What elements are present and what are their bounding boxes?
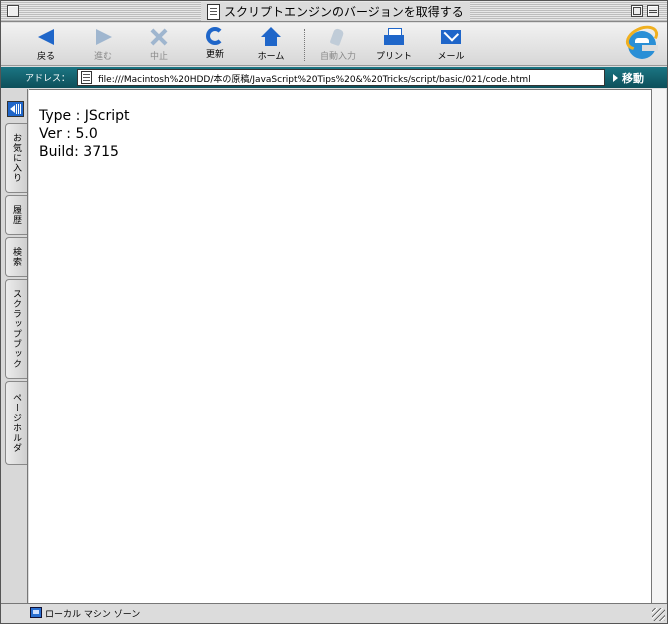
envelope-icon: [440, 27, 462, 47]
address-label: アドレス：: [25, 74, 71, 84]
engine-build-line: Build: 3715: [39, 144, 119, 160]
home-icon: [260, 27, 282, 47]
forward-button[interactable]: 進む: [78, 25, 128, 65]
toolbar: 戻る 進む 中止 更新 ホーム 自動入力 プリント メール: [1, 20, 667, 66]
page-icon: [81, 71, 92, 84]
document-icon: [207, 3, 220, 20]
stop-button[interactable]: 中止: [134, 25, 184, 65]
tab-search[interactable]: 検索: [5, 237, 27, 277]
explorer-bar-tabs: お気に入り 履歴 検索 スクラップブック ページホルダ: [1, 89, 28, 603]
go-arrow-icon: [613, 73, 618, 82]
print-button[interactable]: プリント: [369, 25, 419, 65]
back-button[interactable]: 戻る: [21, 25, 71, 65]
vertical-scrollbar[interactable]: [651, 89, 666, 603]
address-bar: アドレス： 移動: [1, 67, 667, 88]
tab-history[interactable]: 履歴: [5, 195, 27, 235]
forward-arrow-icon: [92, 27, 114, 47]
mail-button[interactable]: メール: [426, 25, 476, 65]
ie-logo-icon: [621, 20, 663, 63]
engine-type-line: Type : JScript: [39, 108, 130, 124]
status-bar: ローカル マシン ゾーン: [1, 603, 667, 623]
printer-icon: [383, 27, 405, 47]
go-button-label: 移動: [622, 71, 644, 85]
autofill-icon: [327, 27, 349, 47]
address-input[interactable]: [98, 71, 598, 85]
security-zone-text: ローカル マシン ゾーン: [45, 610, 141, 620]
close-box-icon[interactable]: [7, 5, 19, 17]
engine-version-line: Ver : 5.0: [39, 126, 98, 142]
autofill-button[interactable]: 自動入力: [313, 25, 363, 65]
resize-grip-icon[interactable]: [652, 608, 665, 621]
toolbar-separator: [304, 29, 305, 61]
go-button[interactable]: 移動: [613, 69, 663, 86]
title-bar[interactable]: スクリプトエンジンのバージョンを取得する: [1, 1, 667, 22]
explorer-bar-toggle-icon[interactable]: [7, 101, 24, 117]
tab-page-holder[interactable]: ページホルダ: [5, 381, 27, 465]
page-content: Type : JScript Ver : 5.0 Build: 3715: [29, 89, 651, 603]
zoom-box-icon[interactable]: [631, 5, 643, 17]
collapse-box-icon[interactable]: [647, 5, 659, 17]
window-title: スクリプトエンジンのバージョンを取得する: [201, 2, 470, 21]
stop-x-icon: [148, 27, 170, 47]
browser-window: スクリプトエンジンのバージョンを取得する 戻る 進む 中止 更新 ホーム 自動入: [0, 0, 668, 624]
address-field[interactable]: [77, 69, 605, 86]
window-title-text: スクリプトエンジンのバージョンを取得する: [224, 5, 464, 19]
back-arrow-icon: [35, 27, 57, 47]
local-zone-icon: [30, 607, 42, 618]
home-button[interactable]: ホーム: [246, 25, 296, 65]
refresh-icon: [206, 27, 224, 45]
tab-favorites[interactable]: お気に入り: [5, 123, 27, 193]
refresh-button[interactable]: 更新: [190, 25, 240, 65]
tab-scrapbook[interactable]: スクラップブック: [5, 279, 27, 379]
